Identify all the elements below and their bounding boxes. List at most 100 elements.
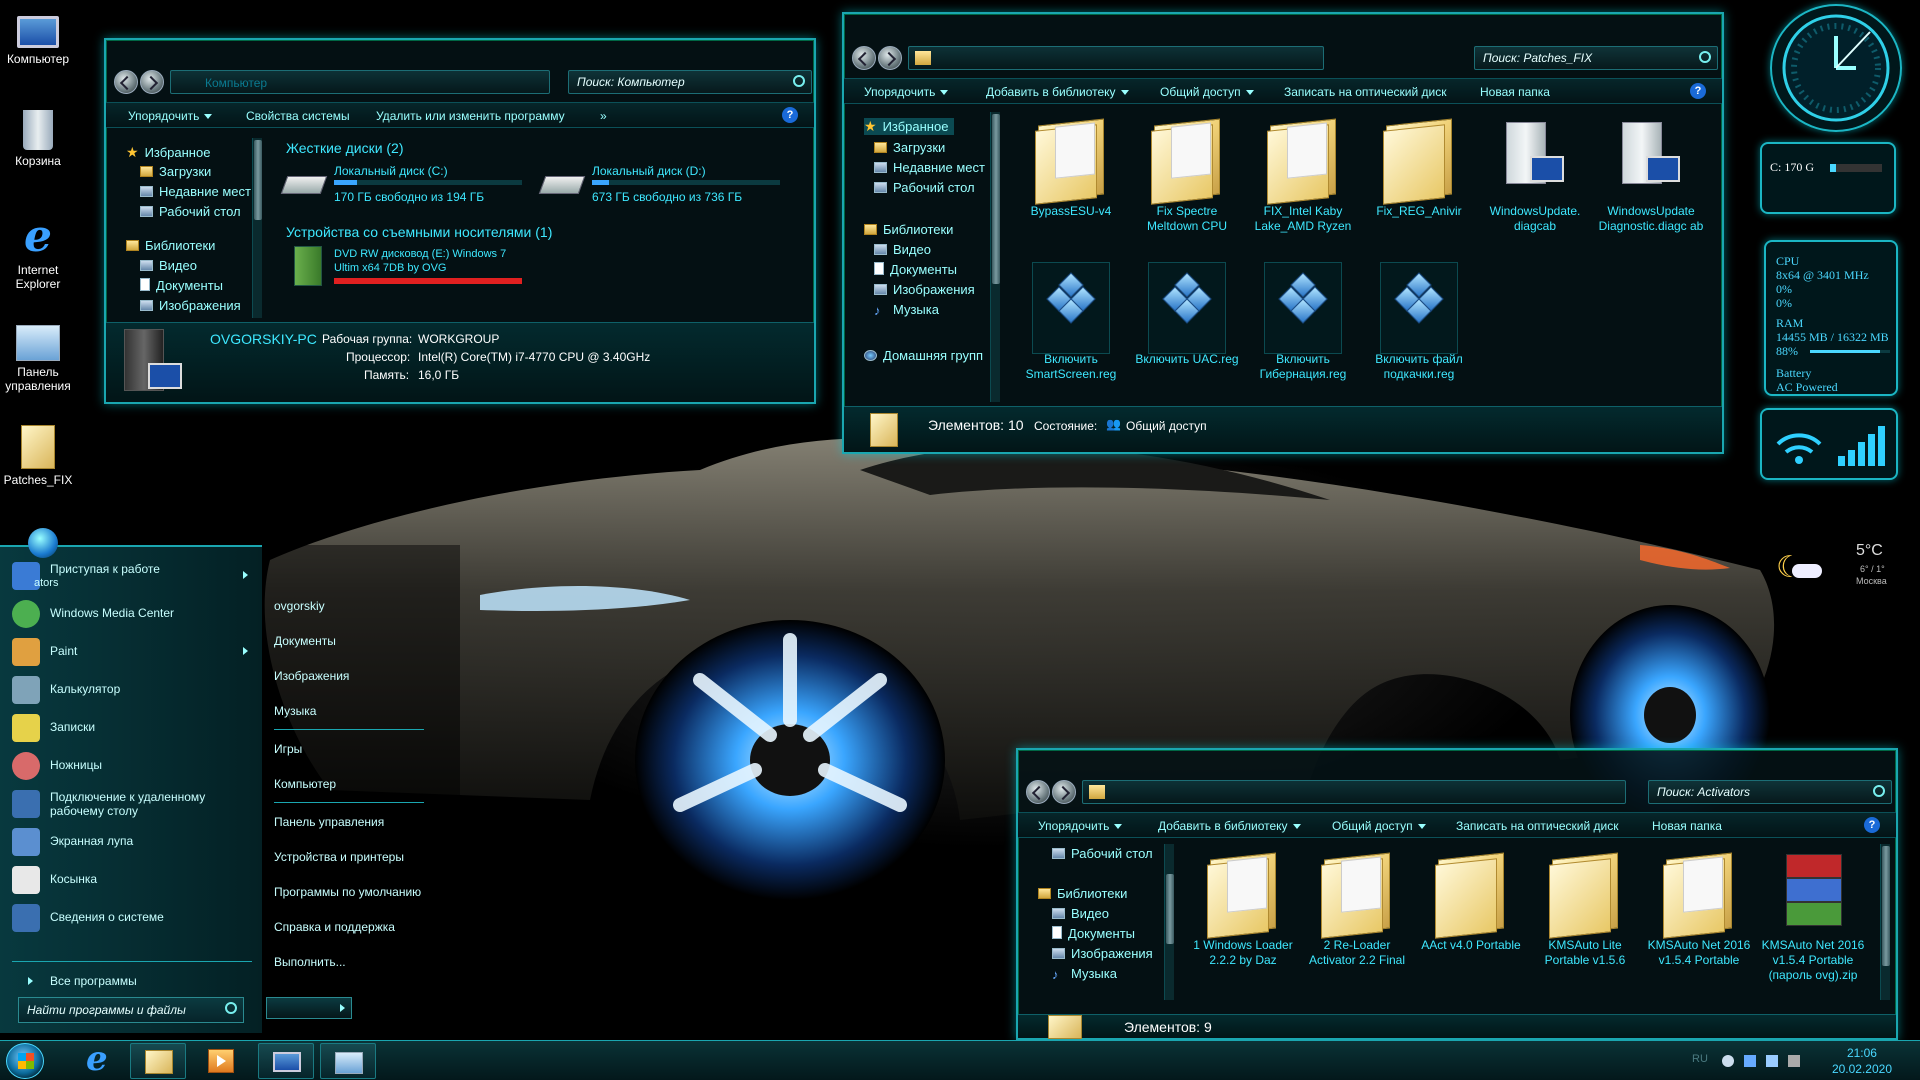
nav-item-music[interactable]: ♪ Музыка	[874, 302, 939, 318]
dvd-drive[interactable]: DVD RW дисковод (E:) Windows 7 Ultim x64…	[286, 246, 546, 292]
nav-item-desktop[interactable]: Рабочий стол	[140, 204, 241, 219]
desktop-icon-control-panel[interactable]: Панель управления	[0, 325, 76, 393]
organize-button[interactable]: Упорядочить	[864, 85, 949, 99]
nav-item-video[interactable]: Видео	[874, 242, 931, 257]
start-item-remote-desktop[interactable]: Подключение к удаленному рабочему столу	[12, 787, 252, 821]
new-folder-button[interactable]: Новая папка	[1652, 819, 1722, 833]
nav-item-homegroup[interactable]: Домашняя групп	[864, 348, 983, 363]
organize-button[interactable]: Упорядочить	[128, 109, 213, 123]
file-item[interactable]: KMSAuto Net 2016 v1.5.4 Portable	[1644, 848, 1754, 968]
nav-item-libraries[interactable]: Библиотеки	[864, 222, 953, 237]
tray-volume-icon[interactable]	[1788, 1055, 1800, 1067]
start-item-snipping-tool[interactable]: Ножницы	[12, 749, 252, 783]
organize-button[interactable]: Упорядочить	[1038, 819, 1123, 833]
start-item-media-center[interactable]: Windows Media Center	[12, 597, 252, 631]
desktop-icon-computer[interactable]: Компьютер	[0, 10, 76, 66]
address-bar[interactable]	[1082, 780, 1626, 804]
start-item-getting-started[interactable]: Приступая к работе ators	[12, 559, 252, 593]
nav-item-music[interactable]: ♪ Музыка	[1052, 966, 1117, 982]
forward-button[interactable]	[140, 70, 164, 94]
file-item[interactable]: KMSAuto Net 2016 v1.5.4 Portable (пароль…	[1758, 848, 1868, 983]
nav-item-downloads[interactable]: Загрузки	[140, 164, 211, 179]
forward-button[interactable]	[1052, 780, 1076, 804]
computer-window[interactable]: Компьютер Поиск: Компьютер Упорядочить С…	[104, 38, 816, 404]
nav-item-video[interactable]: Видео	[1052, 906, 1109, 921]
disk-gadget[interactable]: C: 170 G	[1760, 142, 1896, 214]
help-icon[interactable]: ?	[782, 107, 798, 123]
file-item[interactable]: BypassESU-v4	[1016, 114, 1126, 219]
start-place-games[interactable]: Игры	[274, 742, 302, 756]
nav-item-downloads[interactable]: Загрузки	[874, 140, 945, 155]
nav-item-video[interactable]: Видео	[140, 258, 197, 273]
drive-c[interactable]: Локальный диск (C:) 170 ГБ свободно из 1…	[280, 162, 522, 208]
desktop-icon-patches-fix[interactable]: Patches_FIX	[0, 425, 76, 487]
back-button[interactable]	[114, 70, 138, 94]
start-place-devices[interactable]: Устройства и принтеры	[274, 850, 404, 864]
forward-button[interactable]	[878, 46, 902, 70]
file-item[interactable]: AAct v4.0 Portable	[1416, 848, 1526, 953]
share-button[interactable]: Общий доступ	[1160, 85, 1254, 99]
start-item-system-info[interactable]: Сведения о системе	[12, 901, 252, 935]
start-item-sticky-notes[interactable]: Записки	[12, 711, 252, 745]
weather-gadget[interactable]: ☾ 5°C 6° / 1° Москва	[1776, 540, 1912, 596]
uninstall-program-button[interactable]: Удалить или изменить программу	[376, 109, 565, 123]
file-item[interactable]: Fix_REG_Anivir	[1364, 114, 1474, 219]
share-button[interactable]: Общий доступ	[1332, 819, 1426, 833]
start-menu[interactable]: Приступая к работе ators Windows Media C…	[0, 545, 460, 1033]
user-picture[interactable]	[28, 528, 58, 558]
start-place-user[interactable]: ovgorskiy	[274, 599, 325, 613]
start-item-paint[interactable]: Paint	[12, 635, 252, 669]
file-item[interactable]: 1 Windows Loader 2.2.2 by Daz	[1188, 848, 1298, 968]
tray-action-center-icon[interactable]	[1722, 1055, 1734, 1067]
nav-item-pictures[interactable]: Изображения	[140, 298, 241, 313]
start-button[interactable]	[6, 1043, 44, 1079]
start-place-run[interactable]: Выполнить...	[274, 955, 346, 969]
help-icon[interactable]: ?	[1690, 83, 1706, 99]
drive-d[interactable]: Локальный диск (D:) 673 ГБ свободно из 7…	[538, 162, 788, 208]
start-place-default-programs[interactable]: Программы по умолчанию	[274, 885, 421, 899]
file-item[interactable]: Включить UAC.reg	[1132, 262, 1242, 367]
search-input[interactable]: Поиск: Компьютер	[568, 70, 812, 94]
back-button[interactable]	[1026, 780, 1050, 804]
nav-item-favorites[interactable]: ★ Избранное	[126, 144, 210, 161]
nav-item-recent[interactable]: Недавние мест	[874, 160, 985, 175]
start-search-input[interactable]: Найти программы и файлы	[18, 997, 244, 1023]
nav-scrollbar[interactable]	[990, 112, 1000, 402]
clock-gadget[interactable]	[1770, 4, 1902, 132]
start-item-solitaire[interactable]: Косынка	[12, 863, 252, 897]
start-item-magnifier[interactable]: Экранная лупа	[12, 825, 252, 859]
language-indicator[interactable]: RU	[1692, 1053, 1708, 1065]
file-item[interactable]: 2 Re-Loader Activator 2.2 Final	[1302, 848, 1412, 968]
nav-item-recent[interactable]: Недавние мест	[140, 184, 251, 199]
network-gadget[interactable]	[1760, 408, 1898, 480]
nav-item-documents[interactable]: Документы	[1052, 926, 1135, 941]
scroll-thumb[interactable]	[1166, 874, 1174, 944]
nav-item-favorites[interactable]: ★ Избранное	[864, 118, 955, 135]
start-place-music[interactable]: Музыка	[274, 704, 316, 718]
nav-item-documents[interactable]: Документы	[874, 262, 957, 277]
file-item[interactable]: Включить Гибернация.reg	[1248, 262, 1358, 382]
nav-item-desktop[interactable]: Рабочий стол	[874, 180, 975, 195]
file-item[interactable]: Fix Spectre Meltdown CPU	[1132, 114, 1242, 234]
address-bar[interactable]	[908, 46, 1324, 70]
taskbar-window-computer[interactable]	[258, 1043, 314, 1079]
activators-window[interactable]: Поиск: Activators Упорядочить Добавить в…	[1016, 748, 1898, 1040]
system-properties-button[interactable]: Свойства системы	[246, 109, 350, 123]
file-item[interactable]: WindowsUpdate. diagcab	[1480, 114, 1590, 234]
start-place-control-panel[interactable]: Панель управления	[274, 815, 384, 829]
address-bar[interactable]: Компьютер	[170, 70, 550, 94]
start-place-computer[interactable]: Компьютер	[274, 777, 336, 791]
search-input[interactable]: Поиск: Patches_FIX	[1474, 46, 1718, 70]
help-icon[interactable]: ?	[1864, 817, 1880, 833]
taskbar-window-control-panel[interactable]	[320, 1043, 376, 1079]
add-to-library-button[interactable]: Добавить в библиотеку	[1158, 819, 1301, 833]
desktop-icon-recycle-bin[interactable]: Корзина	[0, 110, 76, 168]
tray-flag-icon[interactable]	[1744, 1055, 1756, 1067]
file-item[interactable]: Включить SmartScreen.reg	[1016, 262, 1126, 382]
content-scrollbar[interactable]	[1880, 844, 1890, 1000]
start-item-calculator[interactable]: Калькулятор	[12, 673, 252, 707]
nav-item-documents[interactable]: Документы	[140, 278, 223, 293]
taskbar-internet-explorer[interactable]: e	[72, 1039, 128, 1079]
start-place-documents[interactable]: Документы	[274, 634, 336, 648]
shutdown-button[interactable]	[266, 997, 352, 1019]
